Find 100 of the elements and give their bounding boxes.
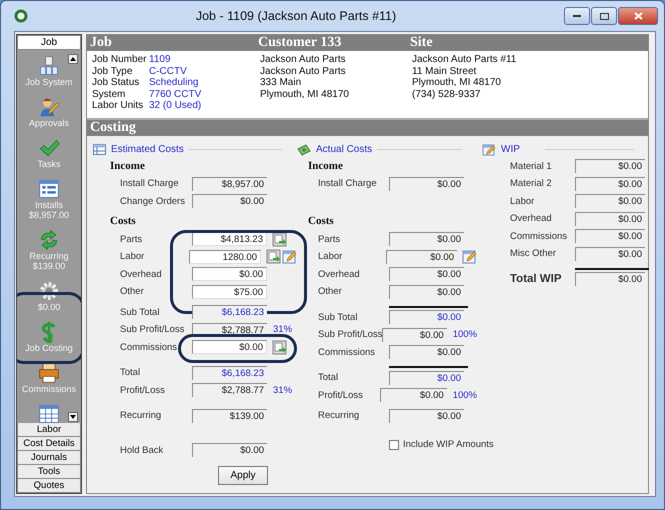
readonly-field: $0.00: [575, 159, 645, 174]
input-field[interactable]: $0.00: [192, 267, 267, 282]
readonly-field: $0.00: [380, 388, 447, 402]
site-line: Plymouth, MI 48170: [412, 77, 502, 88]
readonly-field: $0.00: [389, 176, 464, 191]
field-label: Material 1: [510, 160, 553, 172]
field-label: Sub Total: [318, 312, 358, 323]
sidebar-header-tab[interactable]: Job: [17, 35, 81, 50]
info-label: Job Status: [92, 77, 140, 88]
field-label: Recurring: [120, 410, 162, 422]
window-title: Job - 1109 (Jackson Auto Parts #11): [194, 9, 398, 23]
field-label: Hold Back: [120, 444, 164, 456]
section-title: Costing: [90, 120, 137, 136]
readonly-field: $8,957.00: [192, 176, 267, 191]
column-title: WIP: [501, 144, 520, 155]
field-label: Overhead: [318, 268, 361, 280]
section-title: Site: [410, 35, 434, 51]
info-label: Job Number: [92, 54, 148, 66]
section-heading: Costs: [110, 214, 137, 229]
field-label: Sub Profit/Loss: [120, 324, 186, 336]
customer-line: Plymouth, MI 48170: [260, 88, 350, 100]
info-value: 32 (0 Used): [149, 100, 202, 112]
info-value: Scheduling: [149, 77, 200, 88]
info-value: C-CCTV: [149, 66, 188, 77]
readonly-field: $0.00: [389, 284, 464, 299]
readonly-field: $0.00: [575, 212, 645, 226]
field-label: Material 2: [510, 178, 553, 190]
readonly-field: $2,788.77: [192, 383, 267, 398]
sidebar-tab[interactable]: Tools: [17, 465, 81, 479]
percent-text: 31%: [273, 384, 292, 396]
readonly-field: $0.00: [382, 328, 447, 342]
readonly-field: $139.00: [192, 408, 267, 423]
field-label: Commissions: [120, 342, 178, 353]
info-label: Job Type: [92, 66, 134, 77]
field-label: Other: [318, 286, 343, 298]
field-label: Change Orders: [120, 196, 186, 207]
field-label: Commissions: [510, 230, 568, 242]
percent-text: 31%: [273, 324, 292, 336]
input-field[interactable]: 1280.00: [188, 250, 261, 264]
field-label: Total: [120, 367, 142, 378]
field-label: Install Charge: [120, 178, 180, 190]
field-label: Misc Other: [510, 248, 557, 260]
field-label: Install Charge: [318, 178, 378, 190]
field-label: Labor: [318, 251, 344, 262]
section-heading: Income: [110, 158, 146, 174]
field-label: Labor: [120, 251, 146, 262]
sidebar-item-amount: $0.00: [38, 302, 60, 312]
readonly-field: $0.00: [389, 267, 464, 282]
input-field[interactable]: $75.00: [192, 284, 267, 299]
apply-button[interactable]: Apply: [218, 466, 268, 485]
readonly-field: $6,168.23: [192, 305, 267, 320]
readonly-field: $0.00: [575, 194, 645, 208]
input-field[interactable]: $4,813.23: [192, 232, 267, 246]
section-title: Customer 133: [258, 35, 342, 51]
info-value: 1109: [149, 54, 172, 66]
readonly-field: $0.00: [575, 246, 645, 261]
field-label: Recurring: [318, 410, 360, 422]
readonly-field: $6,168.23: [192, 366, 267, 380]
sidebar-tab[interactable]: Cost Details: [17, 437, 81, 451]
field-label: Parts: [120, 234, 144, 245]
site-line: Jackson Auto Parts #11: [412, 54, 518, 66]
info-label: Labor Units: [92, 100, 144, 112]
input-field[interactable]: $0.00: [192, 340, 267, 354]
info-label: System: [92, 88, 126, 100]
field-label: Parts: [318, 234, 342, 245]
readonly-field: $0.00: [192, 194, 267, 208]
column-title: Estimated Costs: [111, 144, 184, 155]
field-label: Commissions: [318, 346, 376, 358]
readonly-field: $0.00: [386, 250, 457, 264]
sidebar-item-amount: $8,957.00: [28, 210, 70, 220]
percent-text: 100%: [452, 329, 477, 340]
readonly-field: $0.00: [575, 272, 645, 286]
field-label: Profit/Loss: [318, 390, 364, 401]
field-label: Sub Total: [120, 306, 160, 318]
field-label: Overhead: [120, 268, 163, 280]
readonly-field: $0.00: [389, 370, 464, 385]
column-title: Actual Costs: [316, 144, 372, 155]
checkbox-label: Include WIP Amounts: [403, 439, 494, 450]
readonly-field: $0.00: [389, 408, 464, 423]
field-label: Total: [318, 372, 340, 384]
customer-line: 333 Main: [260, 77, 302, 88]
readonly-field: $0.00: [389, 345, 464, 360]
sidebar-item-amount: $139.00: [32, 261, 66, 271]
readonly-field: $0.00: [389, 232, 464, 246]
sidebar-tab[interactable]: Quotes: [17, 479, 81, 493]
sidebar-tab[interactable]: Labor: [17, 423, 81, 437]
field-label: Labor: [510, 196, 536, 207]
percent-text: 100%: [452, 390, 477, 401]
section-heading: Income: [308, 158, 344, 174]
readonly-field: $0.00: [192, 443, 267, 458]
field-label: Overhead: [510, 213, 553, 224]
readonly-field: $0.00: [389, 310, 464, 324]
readonly-field: $0.00: [575, 229, 645, 244]
customer-line: Jackson Auto Parts: [260, 54, 347, 66]
field-label: Other: [120, 286, 145, 298]
section-title: Job: [90, 35, 113, 51]
field-label: Profit/Loss: [120, 384, 166, 396]
info-value: 7760 CCTV: [149, 88, 202, 100]
sidebar-tab[interactable]: Journals: [17, 451, 81, 465]
readonly-field: $0.00: [575, 176, 645, 191]
